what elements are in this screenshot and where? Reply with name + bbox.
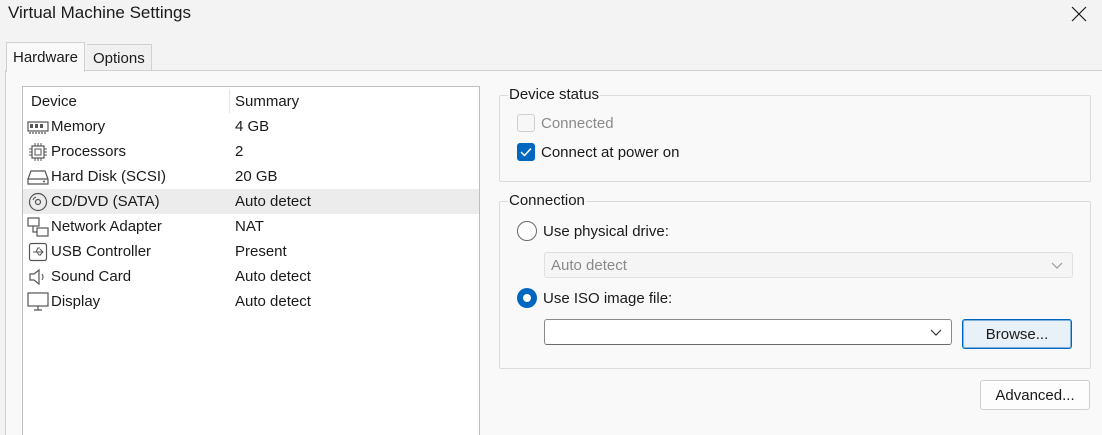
use-iso-image-label: Use ISO image file: <box>543 289 673 307</box>
device-row-usb-controller[interactable]: USB Controller Present <box>23 239 479 264</box>
list-header: Device Summary <box>23 89 479 114</box>
connection-title: Connection <box>508 192 586 209</box>
device-row-processors[interactable]: Processors 2 <box>23 139 479 164</box>
device-row-display[interactable]: Display Auto detect <box>23 289 479 314</box>
device-row-network-adapter[interactable]: Network Adapter NAT <box>23 214 479 239</box>
connected-label: Connected <box>541 114 614 132</box>
connected-checkbox[interactable] <box>517 114 535 132</box>
connected-checkbox-row[interactable]: Connected <box>517 114 614 132</box>
chevron-down-icon <box>1051 262 1063 269</box>
device-name: Network Adapter <box>51 218 162 235</box>
iso-path-combobox[interactable] <box>544 319 952 345</box>
device-name: Sound Card <box>51 268 132 285</box>
device-list[interactable]: Device Summary Memory 4 GB Processors 2 … <box>22 86 480 435</box>
device-name: Hard Disk (SCSI) <box>51 168 167 185</box>
tab-options[interactable]: Options <box>87 44 152 71</box>
memory-icon <box>27 117 49 137</box>
connect-at-power-on-checkbox[interactable] <box>517 143 535 161</box>
device-summary: Present <box>235 243 287 260</box>
device-row-cd-dvd[interactable]: CD/DVD (SATA) Auto detect <box>23 189 479 214</box>
tab-hardware[interactable]: Hardware <box>6 42 86 72</box>
summary-column-header[interactable]: Summary <box>235 93 299 110</box>
browse-button[interactable]: Browse... <box>962 319 1072 349</box>
tab-options-label: Options <box>93 49 145 67</box>
physical-drive-select[interactable]: Auto detect <box>544 252 1073 278</box>
device-summary: Auto detect <box>235 293 311 310</box>
display-icon <box>27 291 49 312</box>
connect-at-power-on-label: Connect at power on <box>541 143 680 161</box>
use-physical-drive-label: Use physical drive: <box>543 222 669 240</box>
hard-disk-icon <box>27 167 49 187</box>
connect-at-power-on-row[interactable]: Connect at power on <box>517 143 679 161</box>
tab-strip: Hardware Options <box>0 40 1102 72</box>
tab-hardware-label: Hardware <box>13 49 79 66</box>
processor-icon <box>27 142 49 162</box>
cd-dvd-icon <box>27 192 49 212</box>
device-name: CD/DVD (SATA) <box>51 193 160 210</box>
connection-group: Connection Use physical drive: Auto dete… <box>499 192 1091 369</box>
device-name: Processors <box>51 143 127 160</box>
title-bar: Virtual Machine Settings <box>0 0 1102 34</box>
physical-drive-value: Auto detect <box>551 256 627 274</box>
checkmark-icon <box>520 147 532 157</box>
sound-card-icon <box>27 267 49 287</box>
device-summary: 4 GB <box>235 118 270 135</box>
device-column-header[interactable]: Device <box>31 93 77 110</box>
device-row-hard-disk[interactable]: Hard Disk (SCSI) 20 GB <box>23 164 479 189</box>
use-physical-drive-radio[interactable] <box>517 221 537 241</box>
device-row-sound-card[interactable]: Sound Card Auto detect <box>23 264 479 289</box>
device-summary: NAT <box>235 218 264 235</box>
device-summary: Auto detect <box>235 268 311 285</box>
close-icon <box>1071 6 1087 22</box>
use-iso-image-row[interactable]: Use ISO image file: <box>517 288 672 308</box>
usb-icon <box>27 242 49 262</box>
device-row-memory[interactable]: Memory 4 GB <box>23 114 479 139</box>
device-status-title: Device status <box>508 86 601 103</box>
advanced-button[interactable]: Advanced... <box>980 380 1090 410</box>
use-physical-drive-row[interactable]: Use physical drive: <box>517 221 669 241</box>
chevron-down-icon[interactable] <box>929 325 943 339</box>
device-name: USB Controller <box>51 243 152 260</box>
device-summary: 2 <box>235 143 244 160</box>
use-iso-image-radio[interactable] <box>517 288 537 308</box>
column-divider[interactable] <box>229 89 230 113</box>
device-name: Memory <box>51 118 106 135</box>
advanced-label: Advanced... <box>995 386 1075 404</box>
device-summary: Auto detect <box>235 193 311 210</box>
device-name: Display <box>51 293 101 310</box>
close-button[interactable] <box>1056 0 1102 28</box>
window-title: Virtual Machine Settings <box>8 3 192 22</box>
device-status-group: Device status Connected Connect at power… <box>499 86 1091 182</box>
network-adapter-icon <box>27 216 49 237</box>
device-summary: 20 GB <box>235 168 278 185</box>
browse-label: Browse... <box>985 325 1049 343</box>
